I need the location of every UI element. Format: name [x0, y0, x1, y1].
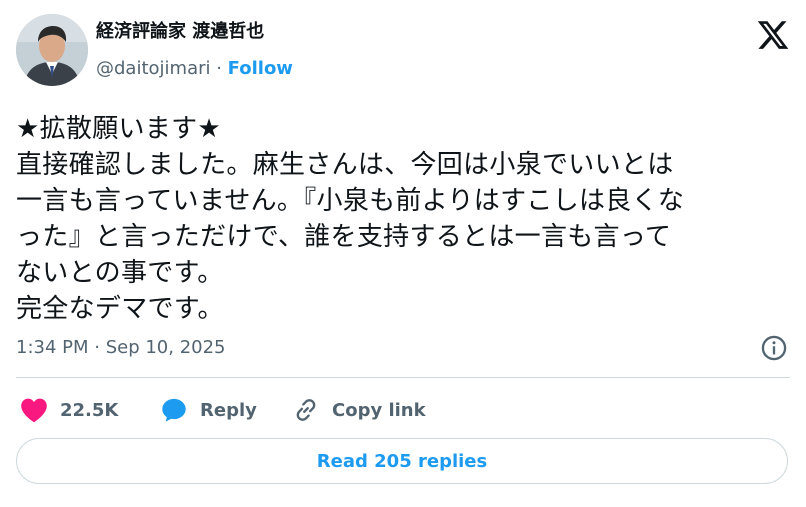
tweet-header: 経済評論家 渡邉哲也 @daitojimari · Follow [16, 14, 790, 86]
read-replies-label: Read 205 replies [316, 450, 488, 472]
follow-link[interactable]: Follow [228, 58, 293, 79]
meta-separator: · [210, 58, 228, 79]
tweet-line: ないとの事です。 [16, 258, 224, 288]
tweet-line: った』と言っただけで、誰を支持するとは一言も言って [16, 222, 672, 252]
action-bar: 22.5K Reply Copy link [16, 392, 790, 428]
reply-bubble-icon [162, 398, 186, 422]
x-logo-icon[interactable] [756, 18, 790, 52]
tweet-line: 完全なデマです。 [16, 294, 224, 324]
author-handle[interactable]: @daitojimari [96, 58, 211, 79]
tweet-line: 一言も言っていません。『小泉も前よりはすこしは良くな [16, 186, 685, 216]
heart-icon [21, 398, 47, 423]
author-display-name[interactable]: 経済評論家 渡邉哲也 [96, 20, 264, 44]
reply-button[interactable]: Reply [160, 392, 257, 428]
tweet-text: ★拡散願います★ 直接確認しました。麻生さんは、今回は小泉でいいとは 一言も言っ… [16, 111, 796, 327]
link-icon [296, 399, 316, 421]
info-icon[interactable] [760, 334, 788, 362]
avatar-image [16, 14, 88, 86]
divider [16, 377, 790, 378]
reply-label: Reply [200, 399, 257, 421]
copy-link-label: Copy link [332, 399, 426, 421]
tweet-line: ★拡散願います★ [16, 114, 222, 144]
like-button[interactable]: 22.5K [20, 392, 118, 428]
tweet-line: 直接確認しました。麻生さんは、今回は小泉でいいとは [16, 150, 674, 180]
copy-link-button[interactable]: Copy link [292, 392, 426, 428]
tweet-timestamp[interactable]: 1:34 PM · Sep 10, 2025 [16, 336, 226, 360]
likes-count: 22.5K [60, 399, 119, 421]
author-meta: @daitojimari · Follow [96, 57, 293, 81]
avatar[interactable] [16, 14, 88, 86]
read-replies-button[interactable]: Read 205 replies [16, 438, 788, 484]
